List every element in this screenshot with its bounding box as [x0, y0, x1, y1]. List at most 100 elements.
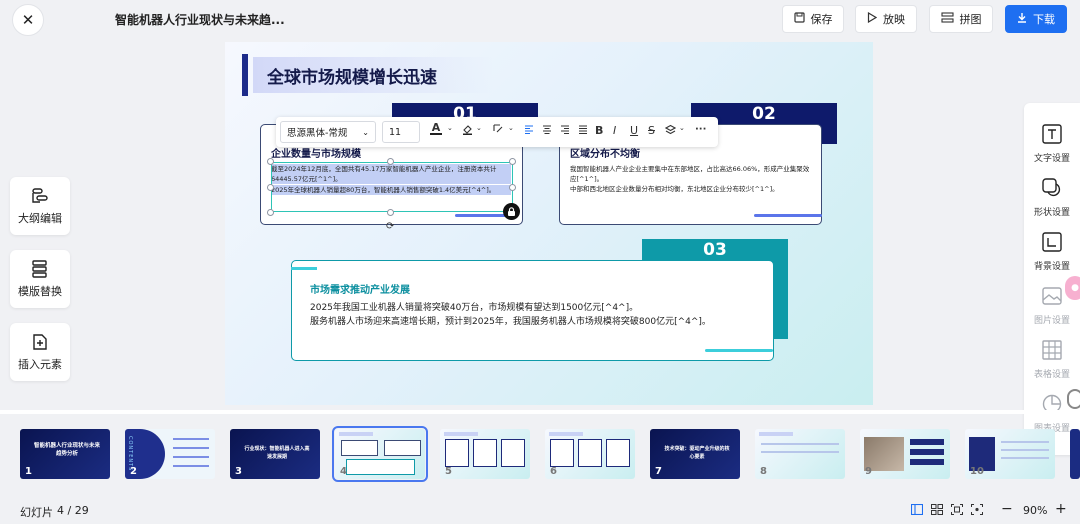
template-replace-button[interactable]: 模版替换: [10, 250, 70, 308]
grid-view-icon[interactable]: [931, 504, 943, 518]
close-icon: ✕: [21, 11, 35, 29]
thumbnail-number: 7: [655, 466, 662, 477]
outline-edit-button[interactable]: 大纲编辑: [10, 177, 70, 235]
selection-handle[interactable]: [509, 184, 516, 191]
zoom-level[interactable]: 90%: [1023, 504, 1047, 517]
save-icon: [793, 12, 805, 26]
template-replace-label: 模版替换: [18, 284, 62, 298]
chevron-down-icon[interactable]: ⌄: [679, 124, 685, 132]
feedback-badge-icon[interactable]: [1067, 389, 1080, 409]
border-color-icon[interactable]: [493, 124, 504, 135]
text-settings-button[interactable]: 文字设置: [1024, 123, 1080, 173]
shape-settings-button[interactable]: 形状设置: [1024, 177, 1080, 227]
fullscreen-icon[interactable]: [971, 504, 983, 518]
chevron-down-icon[interactable]: ⌄: [447, 124, 453, 132]
font-color-button[interactable]: A: [430, 122, 442, 135]
card-3-body-1[interactable]: 2025年我国工业机器人销量将突破40万台，市场规模有望达到1500亿元[^4^…: [310, 301, 765, 315]
thumbnail-title: 行业现状：智能机器人进入高速发展期: [244, 446, 310, 460]
title-accent-bar: [242, 54, 248, 96]
card-2-heading[interactable]: 区域分布不均衡: [570, 145, 640, 160]
text-settings-label: 文字设置: [1033, 154, 1070, 164]
slide-thumbnail-partial[interactable]: [1070, 429, 1080, 479]
download-button[interactable]: 下载: [1005, 5, 1067, 33]
play-label: 放映: [883, 13, 905, 26]
selection-handle[interactable]: [509, 158, 516, 165]
text-format-toolbar: 思源黑体-常规 ⌄ 11 A ⌄ ⌄ ⌄ B I U S ⌄ ···: [276, 117, 718, 147]
selection-handle[interactable]: [387, 209, 394, 216]
card-2-body-1[interactable]: 我国智能机器人产业企业主要集中在东部地区，占比高达66.06%，形成产业集聚效应…: [570, 164, 810, 184]
close-button[interactable]: ✕: [12, 4, 44, 36]
italic-icon[interactable]: I: [613, 124, 616, 137]
table-settings-button[interactable]: 表格设置: [1024, 339, 1080, 389]
thumbnail-number: 4: [340, 466, 347, 477]
slide-thumbnail[interactable]: 5: [440, 429, 530, 479]
bold-icon[interactable]: B: [595, 124, 603, 137]
card-3-heading[interactable]: 市场需求推动产业发展: [310, 281, 410, 296]
zoom-out-icon[interactable]: −: [1001, 501, 1013, 517]
font-family-value: 思源黑体-常规: [287, 128, 348, 139]
background-settings-button[interactable]: 背景设置: [1024, 231, 1080, 281]
selection-handle[interactable]: [387, 158, 394, 165]
slide-thumbnail[interactable]: 智能机器人行业现状与未来趋势分析 1: [20, 429, 110, 479]
fit-screen-icon[interactable]: [951, 504, 963, 518]
play-button[interactable]: 放映: [855, 5, 917, 33]
slide-thumbnail[interactable]: CONTENTS 2: [125, 429, 215, 479]
insert-element-button[interactable]: 插入元素: [10, 323, 70, 381]
background-settings-label: 背景设置: [1033, 262, 1070, 272]
rotate-handle-icon[interactable]: ⟳: [386, 221, 394, 232]
fill-color-icon[interactable]: [462, 124, 473, 135]
slide-thumbnail[interactable]: 技术突破：驱动产业升级的核心要素 7: [650, 429, 740, 479]
justify-icon[interactable]: [578, 124, 588, 134]
card-1-heading[interactable]: 企业数量与市场规模: [271, 145, 361, 160]
thumbnail-title: 智能机器人行业现状与未来趋势分析: [33, 443, 100, 457]
assistant-badge-icon[interactable]: ●: [1065, 276, 1080, 300]
thumbnail-number: 3: [235, 466, 242, 477]
slide-thumbnail[interactable]: 行业现状：智能机器人进入高速发展期 3: [230, 429, 320, 479]
slide-thumbnail[interactable]: 10: [965, 429, 1055, 479]
save-button[interactable]: 保存: [782, 5, 844, 33]
more-icon[interactable]: ···: [695, 124, 706, 135]
slide-canvas[interactable]: 全球市场规模增长迅速 01 企业数量与市场规模 截至2024年12月底，全国共有…: [225, 42, 873, 405]
chevron-down-icon[interactable]: ⌄: [476, 124, 482, 132]
document-title[interactable]: 智能机器人行业现状与未来趋...: [115, 11, 285, 28]
chevron-down-icon: ⌄: [362, 127, 369, 137]
layers-icon[interactable]: [665, 124, 676, 135]
card-2-body-2[interactable]: 中部和西北地区企业数量分布相对均衡，东北地区企业分布较少[^1^]。: [570, 184, 810, 194]
underline-icon[interactable]: U: [630, 124, 638, 137]
image-settings-label: 图片设置: [1033, 316, 1070, 326]
download-icon: [1017, 12, 1027, 26]
text-settings-icon: [1041, 123, 1063, 145]
strikethrough-icon[interactable]: S: [648, 124, 655, 137]
align-center-icon[interactable]: [542, 124, 552, 134]
slide-filmstrip: 智能机器人行业现状与未来趋势分析 1 CONTENTS 2 行业现状：智能机器人…: [0, 414, 1080, 494]
selection-handle[interactable]: [267, 184, 274, 191]
slide-thumbnail-selected[interactable]: 4: [332, 426, 428, 482]
top-bar: ✕ 智能机器人行业现状与未来趋... 保存 放映 拼图 下载: [0, 0, 1080, 40]
selection-handle[interactable]: [267, 209, 274, 216]
slide-title[interactable]: 全球市场规模增长迅速: [267, 63, 437, 88]
align-left-icon[interactable]: [524, 124, 534, 134]
slide-counter: 4 / 29: [57, 504, 89, 517]
slide-thumbnail[interactable]: 9: [860, 429, 950, 479]
slide-thumbnail[interactable]: 8: [755, 429, 845, 479]
card-3-body-2[interactable]: 服务机器人市场迎来高速增长期，预计到2025年，我国服务机器人市场规模将突破80…: [310, 315, 765, 329]
font-size-input[interactable]: 11: [382, 121, 420, 143]
download-label: 下载: [1033, 13, 1055, 26]
chevron-down-icon[interactable]: ⌄: [508, 124, 514, 132]
card-2-accent-line: [754, 214, 822, 217]
image-settings-icon: [1041, 285, 1063, 307]
thumbnail-number: 10: [970, 466, 984, 477]
normal-view-icon[interactable]: [910, 503, 924, 518]
zoom-in-icon[interactable]: +: [1055, 501, 1067, 517]
background-settings-icon: [1041, 231, 1063, 253]
text-selection-box[interactable]: [271, 162, 513, 212]
slide-thumbnail[interactable]: 6: [545, 429, 635, 479]
font-family-select[interactable]: 思源黑体-常规 ⌄: [280, 121, 376, 143]
shape-settings-label: 形状设置: [1033, 208, 1070, 218]
insert-element-icon: [30, 333, 50, 351]
lock-icon[interactable]: [503, 203, 520, 220]
align-right-icon[interactable]: [560, 124, 570, 134]
selection-handle[interactable]: [267, 158, 274, 165]
card-3-top-line: [291, 267, 317, 270]
collage-button[interactable]: 拼图: [929, 5, 993, 33]
